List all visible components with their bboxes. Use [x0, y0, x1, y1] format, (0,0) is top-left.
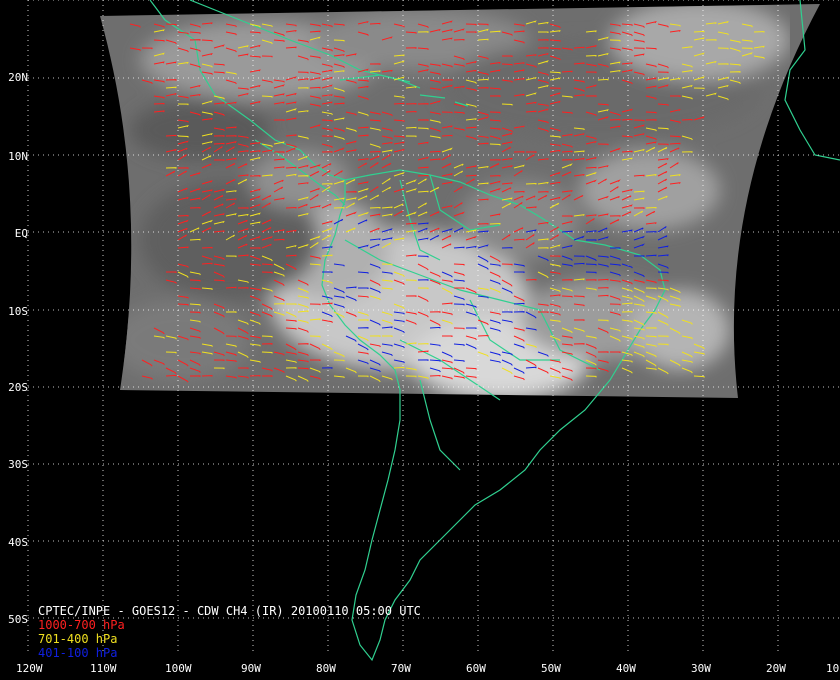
map-canvas: [27, 0, 840, 662]
map-legend: CPTEC/INPE - GOES12 - CDW CH4 (IR) 20100…: [38, 604, 421, 660]
lon-label-80w: 80W: [316, 662, 336, 675]
map-title: CPTEC/INPE - GOES12 - CDW CH4 (IR) 20100…: [38, 604, 421, 618]
lon-label-60w: 60W: [466, 662, 486, 675]
lon-label-90w: 90W: [241, 662, 261, 675]
lat-label-30s: 30S: [8, 458, 28, 471]
legend-entry-high: 401-100 hPa: [38, 646, 118, 660]
lon-label-120w: 120W: [16, 662, 43, 675]
lon-label-40w: 40W: [616, 662, 636, 675]
lon-label-50w: 50W: [541, 662, 561, 675]
legend-entry-mid: 701-400 hPa: [38, 632, 118, 646]
lat-label-50s: 50S: [8, 613, 28, 626]
lon-label-70w: 70W: [391, 662, 411, 675]
lat-label-eq: EQ: [14, 227, 28, 240]
lon-label-110w: 110W: [90, 662, 117, 675]
lon-label-20w: 20W: [766, 662, 786, 675]
lat-label-10n: 10N: [8, 150, 28, 163]
satellite-ir-imagery: [100, 4, 820, 398]
lat-label-10s: 10S: [8, 305, 28, 318]
lat-label-20s: 20S: [8, 381, 28, 394]
legend-entry-low: 1000-700 hPa: [38, 618, 125, 632]
lat-label-40s: 40S: [8, 536, 28, 549]
lat-label-20n: 20N: [8, 71, 28, 84]
satellite-wind-map: 20N 10N EQ 10S 20S 30S 40S 50S 120W 110W…: [0, 0, 840, 680]
lon-label-100w: 100W: [165, 662, 192, 675]
lon-label-30w: 30W: [691, 662, 711, 675]
lon-label-10w: 10: [826, 662, 840, 675]
